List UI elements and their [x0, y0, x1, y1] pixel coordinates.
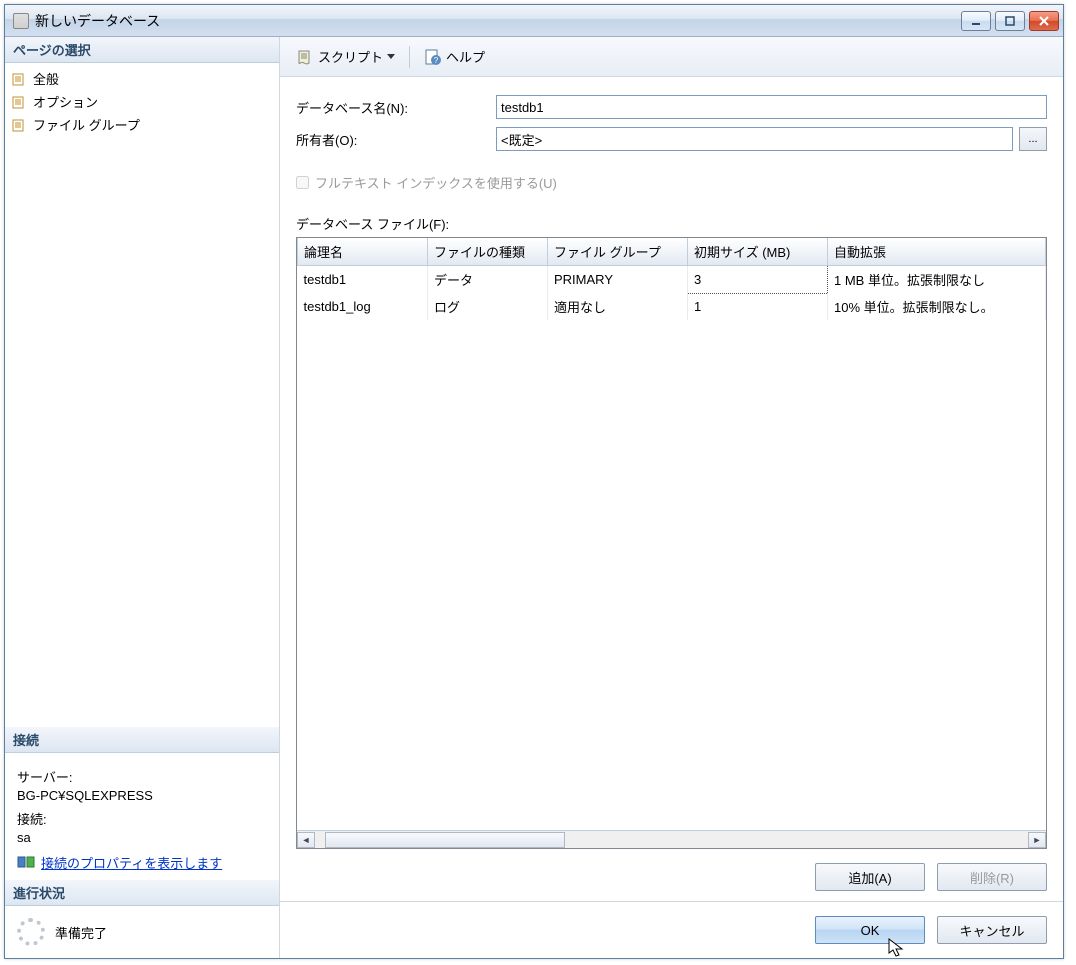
- conn-label: 接続:: [17, 809, 267, 828]
- window-title: 新しいデータベース: [35, 11, 961, 31]
- connection-header: 接続: [5, 727, 279, 753]
- files-table[interactable]: 論理名 ファイルの種類 ファイル グループ 初期サイズ (MB) 自動拡張 te…: [297, 238, 1046, 320]
- page-label: 全般: [33, 69, 59, 88]
- page-icon: [11, 117, 27, 133]
- cell-file-type[interactable]: ログ: [428, 293, 548, 320]
- ok-button[interactable]: OK: [815, 916, 925, 944]
- progress-panel: 準備完了: [5, 906, 279, 958]
- add-button[interactable]: 追加(A): [815, 863, 925, 891]
- progress-header: 進行状況: [5, 880, 279, 906]
- svg-text:?: ?: [434, 56, 439, 65]
- help-button[interactable]: ? ヘルプ: [420, 45, 489, 68]
- owner-browse-button[interactable]: ...: [1019, 127, 1047, 151]
- script-icon: [296, 48, 314, 66]
- horizontal-scrollbar[interactable]: ◄ ►: [297, 830, 1046, 848]
- properties-icon: [17, 853, 35, 871]
- connection-properties-link[interactable]: 接続のプロパティを表示します: [41, 853, 222, 872]
- connection-panel: サーバー: BG-PC¥SQLEXPRESS 接続: sa 接続のプロパティを表…: [5, 753, 279, 880]
- col-logical-name[interactable]: 論理名: [298, 238, 428, 266]
- cell-file-type[interactable]: データ: [428, 266, 548, 294]
- maximize-button[interactable]: [995, 11, 1025, 31]
- cell-autogrowth[interactable]: 1 MB 単位。拡張制限なし: [828, 266, 1046, 294]
- cell-initial-size[interactable]: 3: [688, 266, 828, 294]
- table-row[interactable]: testdb1 データ PRIMARY 3 1 MB 単位。拡張制限なし: [298, 266, 1046, 294]
- toolbar-separator: [409, 46, 410, 68]
- spinner-icon: [17, 918, 45, 946]
- close-button[interactable]: [1029, 11, 1059, 31]
- files-table-wrap: 論理名 ファイルの種類 ファイル グループ 初期サイズ (MB) 自動拡張 te…: [296, 237, 1047, 849]
- page-label: ファイル グループ: [33, 115, 140, 134]
- scroll-track[interactable]: [315, 832, 1028, 848]
- owner-input[interactable]: [496, 127, 1013, 151]
- page-icon: [11, 94, 27, 110]
- fulltext-checkbox: [296, 176, 309, 189]
- server-value: BG-PC¥SQLEXPRESS: [17, 788, 267, 803]
- scroll-left-button[interactable]: ◄: [297, 832, 315, 848]
- page-item-general[interactable]: 全般: [5, 67, 279, 90]
- dialog-footer: OK キャンセル: [280, 901, 1063, 958]
- cell-autogrowth[interactable]: 10% 単位。拡張制限なし。: [828, 293, 1046, 320]
- minimize-button[interactable]: [961, 11, 991, 31]
- chevron-down-icon: [387, 54, 395, 59]
- col-filegroup[interactable]: ファイル グループ: [548, 238, 688, 266]
- page-icon: [11, 71, 27, 87]
- titlebar[interactable]: 新しいデータベース: [5, 5, 1063, 37]
- conn-value: sa: [17, 830, 267, 845]
- page-list: 全般 オプション ファイル グループ: [5, 63, 279, 140]
- dbname-label: データベース名(N):: [296, 98, 496, 117]
- fulltext-label: フルテキスト インデックスを使用する(U): [315, 173, 557, 192]
- script-label: スクリプト: [318, 47, 383, 66]
- col-initial-size[interactable]: 初期サイズ (MB): [688, 238, 828, 266]
- cell-initial-size[interactable]: 1: [688, 293, 828, 320]
- owner-label: 所有者(O):: [296, 130, 496, 149]
- database-icon: [13, 13, 29, 29]
- main-content: データベース名(N): 所有者(O): ... フルテキスト インデックスを使用…: [280, 77, 1063, 901]
- page-label: オプション: [33, 92, 98, 111]
- help-label: ヘルプ: [446, 47, 485, 66]
- help-icon: ?: [424, 48, 442, 66]
- col-file-type[interactable]: ファイルの種類: [428, 238, 548, 266]
- server-label: サーバー:: [17, 767, 267, 786]
- right-panel: スクリプト ? ヘルプ データベース名(N):: [280, 37, 1063, 958]
- dbname-input[interactable]: [496, 95, 1047, 119]
- col-autogrowth[interactable]: 自動拡張: [828, 238, 1046, 266]
- table-row[interactable]: testdb1_log ログ 適用なし 1 10% 単位。拡張制限なし。: [298, 293, 1046, 320]
- remove-button: 削除(R): [937, 863, 1047, 891]
- dialog-window: 新しいデータベース ページの選択 全般: [4, 4, 1064, 959]
- cell-filegroup[interactable]: 適用なし: [548, 293, 688, 320]
- script-button[interactable]: スクリプト: [292, 45, 399, 68]
- scroll-right-button[interactable]: ►: [1028, 832, 1046, 848]
- left-panel: ページの選択 全般 オプション: [5, 37, 280, 958]
- cell-filegroup[interactable]: PRIMARY: [548, 266, 688, 294]
- toolbar: スクリプト ? ヘルプ: [280, 37, 1063, 77]
- scroll-thumb[interactable]: [325, 832, 565, 848]
- progress-status: 準備完了: [55, 923, 107, 942]
- cancel-button[interactable]: キャンセル: [937, 916, 1047, 944]
- page-item-options[interactable]: オプション: [5, 90, 279, 113]
- cell-logical-name[interactable]: testdb1: [298, 266, 428, 294]
- files-label: データベース ファイル(F):: [296, 214, 1047, 233]
- page-item-filegroups[interactable]: ファイル グループ: [5, 113, 279, 136]
- pages-header: ページの選択: [5, 37, 279, 63]
- cell-logical-name[interactable]: testdb1_log: [298, 293, 428, 320]
